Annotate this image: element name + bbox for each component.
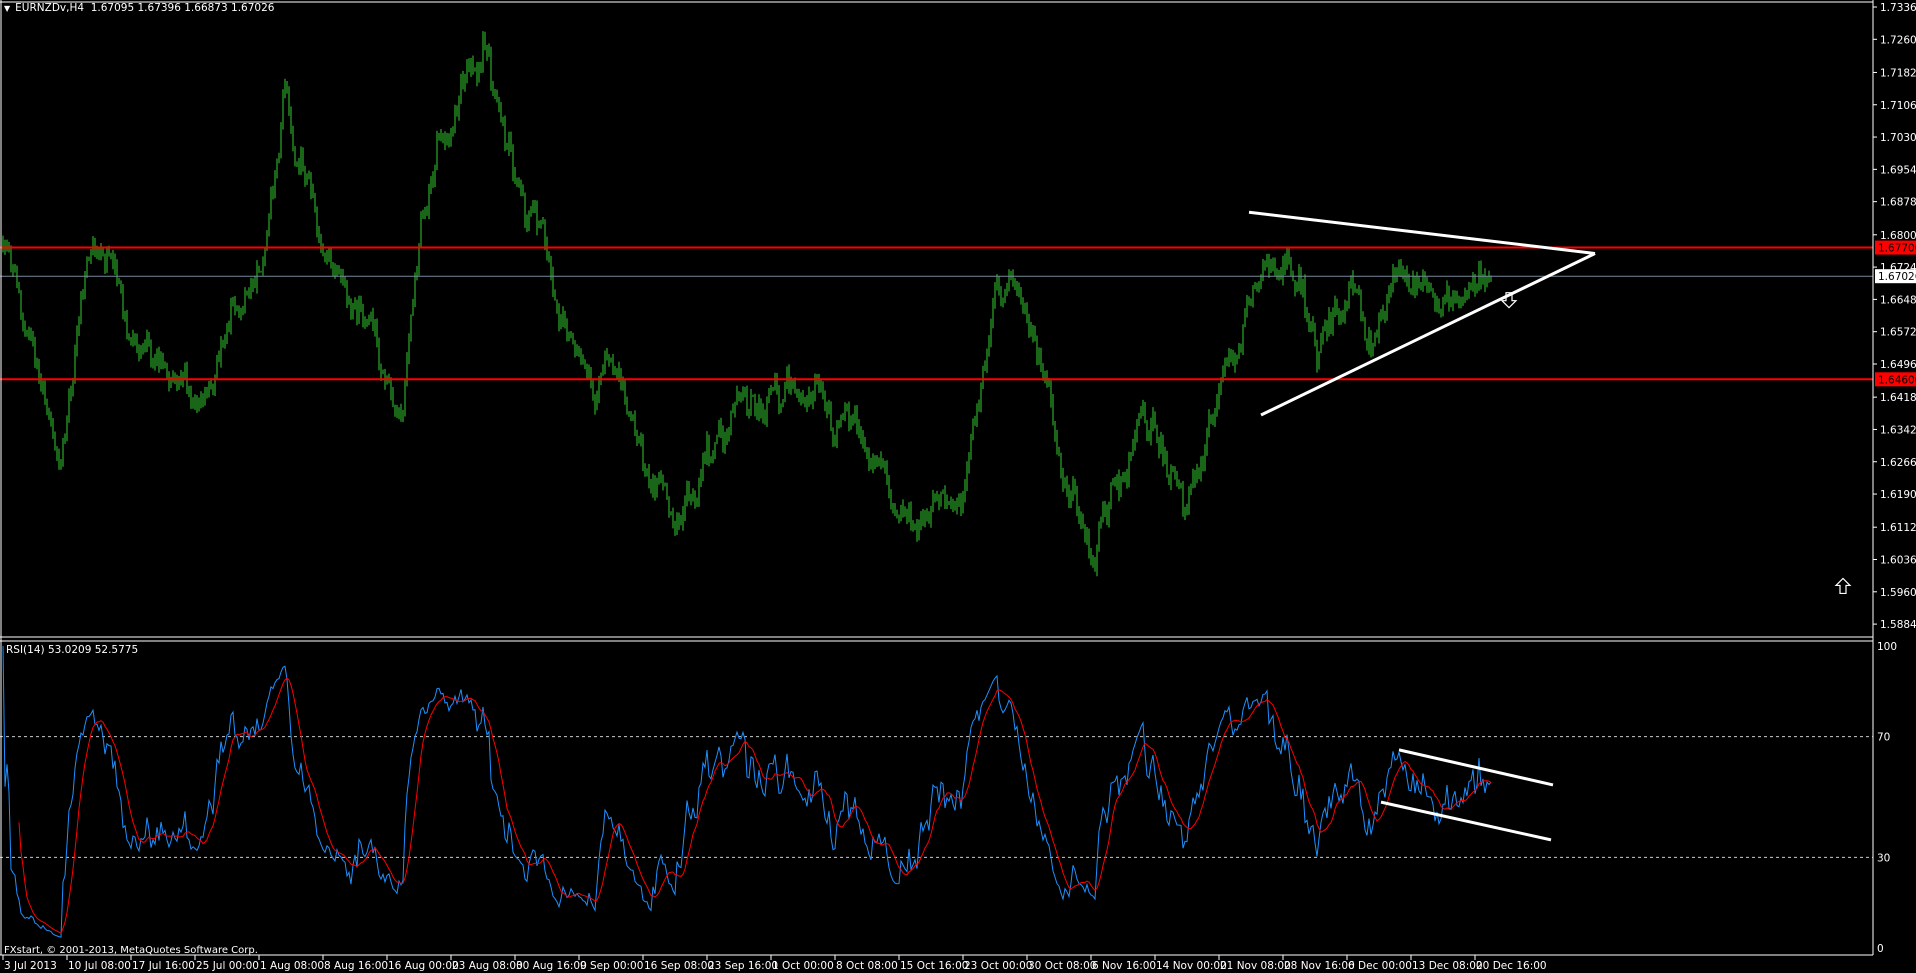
time-tick-label: 14 Nov 00:00	[1156, 960, 1227, 972]
rsi-ma-line	[18, 677, 1492, 935]
price-tick-label: 1.66480	[1880, 294, 1916, 306]
price-tick-label: 1.58840	[1880, 619, 1916, 631]
price-tick-label: 1.65720	[1880, 327, 1916, 339]
level-price-label: 1.64600	[1878, 374, 1916, 386]
time-tick-label: 10 Jul 08:00	[68, 960, 131, 972]
rsi-tick-label: 30	[1877, 852, 1890, 864]
price-tick-label: 1.59600	[1880, 587, 1916, 599]
time-tick-label: 15 Oct 16:00	[900, 960, 968, 972]
price-tick-label: 1.62660	[1880, 457, 1916, 469]
time-tick-label: 16 Sep 08:00	[644, 960, 714, 972]
axes: 1.73360 1.72600 1.71820 1.71060 1.70300 1.695…	[0, 0, 1916, 972]
chart-canvas[interactable]: 1.73360 1.72600 1.71820 1.71060 1.70300 1.695…	[0, 0, 1916, 973]
ohlc-values: 1.67095 1.67396 1.66873 1.67026	[90, 2, 275, 14]
triangle-down-icon[interactable]: ▼	[4, 4, 10, 13]
price-tick-label: 1.68000	[1880, 230, 1916, 242]
price-tick-label: 1.64180	[1880, 392, 1916, 404]
price-tick-label: 1.60360	[1880, 555, 1916, 567]
time-tick-label: 9 Sep 00:00	[580, 960, 643, 972]
time-tick-label: 8 Aug 16:00	[324, 960, 388, 972]
copyright-text: FXstart, © 2001-2013, MetaQuotes Softwar…	[4, 945, 258, 956]
time-tick-label: 6 Dec 00:00	[1348, 960, 1412, 972]
rsi-header: RSI(14) 53.0209 52.5775	[6, 644, 139, 656]
price-tick-label: 1.70300	[1880, 132, 1916, 144]
time-tick-label: 6 Nov 16:00	[1092, 960, 1156, 972]
time-tick-label: 20 Dec 16:00	[1476, 960, 1547, 972]
price-tick-label: 1.64960	[1880, 359, 1916, 371]
price-tick-label: 1.63420	[1880, 424, 1916, 436]
price-tick-label: 1.72600	[1880, 34, 1916, 46]
time-tick-label: 28 Nov 16:00	[1284, 960, 1355, 972]
time-tick-label: 8 Oct 08:00	[836, 960, 898, 972]
rsi-trendline[interactable]	[1380, 800, 1552, 842]
trendline[interactable]	[1260, 252, 1596, 417]
arrow-up-icon[interactable]	[1834, 577, 1852, 595]
price-tick-label: 1.61120	[1880, 522, 1916, 534]
time-tick-label: 21 Nov 08:00	[1220, 960, 1291, 972]
time-tick-label: 1 Aug 08:00	[260, 960, 324, 972]
rsi-tick-label: 70	[1877, 732, 1890, 744]
time-tick-label: 17 Jul 16:00	[132, 960, 195, 972]
time-tick-label: 3 Jul 2013	[4, 960, 57, 972]
rsi-line	[2, 645, 1492, 938]
rsi-tick-label: 0	[1877, 943, 1884, 955]
current-price-label: 1.67026	[1878, 271, 1916, 283]
time-tick-label: 1 Oct 00:00	[772, 960, 834, 972]
price-tick-label: 1.71060	[1880, 100, 1916, 112]
time-tick-label: 13 Dec 08:00	[1412, 960, 1483, 972]
time-tick-label: 30 Oct 08:00	[1028, 960, 1096, 972]
price-pane[interactable]	[0, 31, 1873, 595]
price-tick-label: 1.68780	[1880, 197, 1916, 209]
level-price-label: 1.67700	[1878, 243, 1916, 255]
time-tick-label: 30 Aug 16:00	[516, 960, 587, 972]
price-tick-label: 1.71820	[1880, 67, 1916, 79]
time-tick-label: 25 Jul 00:00	[196, 960, 259, 972]
price-tick-label: 1.69540	[1880, 164, 1916, 176]
time-tick-label: 16 Aug 00:00	[388, 960, 459, 972]
rsi-pane[interactable]	[0, 645, 1873, 938]
chart-header: ▼ EURNZDv,H4 1.67095 1.67396 1.66873 1.67…	[4, 2, 274, 14]
time-tick-label: 23 Sep 16:00	[708, 960, 778, 972]
symbol-label: EURNZDv,H4	[15, 2, 85, 14]
price-tick-label: 1.61900	[1880, 489, 1916, 501]
rsi-tick-label: 100	[1877, 641, 1897, 653]
price-tick-label: 1.73360	[1880, 2, 1916, 14]
time-tick-label: 23 Aug 08:00	[452, 960, 523, 972]
time-tick-label: 23 Oct 00:00	[964, 960, 1032, 972]
